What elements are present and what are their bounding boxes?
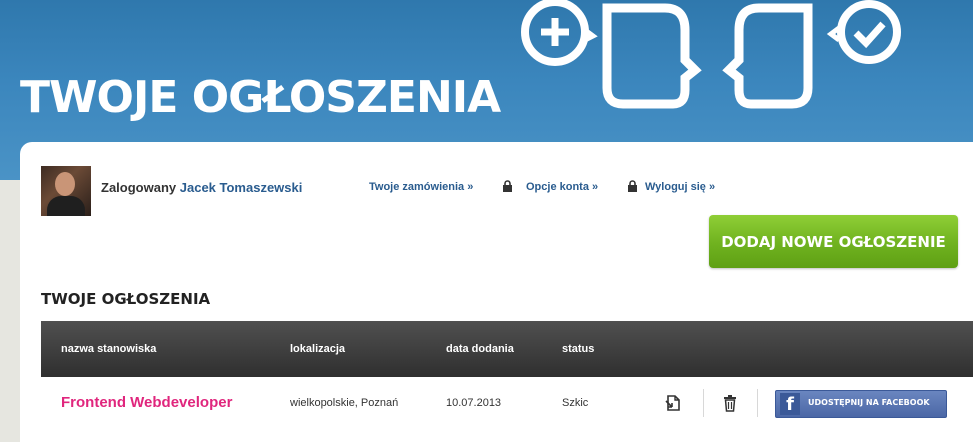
column-header-location: lokalizacja [290, 343, 346, 355]
trash-icon[interactable] [720, 393, 740, 413]
section-title: TWOJE OGŁOSZENIA [41, 290, 211, 308]
orders-link[interactable]: Twoje zamówienia » [369, 181, 473, 193]
logout-link[interactable]: Wyloguj się » [645, 181, 715, 193]
check-circle-icon [826, 0, 901, 64]
row-divider [757, 389, 758, 417]
user-name-link[interactable]: Jacek Tomaszewski [180, 180, 303, 195]
account-options-link[interactable]: Opcje konta » [526, 181, 598, 193]
share-facebook-label: UDOSTĘPNIJ NA FACEBOOK [808, 398, 930, 407]
add-listing-button[interactable]: DODAJ NOWE OGŁOSZENIE [709, 215, 958, 268]
hero-illustration [515, 0, 905, 120]
head-profile-right-icon [602, 3, 702, 109]
table-row: Frontend Webdeveloper wielkopolskie, Poz… [41, 377, 973, 442]
avatar-face [55, 172, 75, 196]
lock-icon [628, 180, 637, 192]
share-facebook-button[interactable]: f UDOSTĘPNIJ NA FACEBOOK [775, 390, 947, 418]
page-title: TWOJE OGŁOSZENIA [20, 72, 501, 123]
logged-in-prefix: Zalogowany [101, 180, 177, 195]
edit-icon[interactable] [663, 393, 683, 413]
facebook-icon: f [780, 393, 800, 415]
table-header: nazwa stanowiska lokalizacja data dodani… [41, 321, 973, 377]
content-card: Zalogowany Jacek Tomaszewski Twoje zamów… [20, 142, 973, 442]
avatar [41, 166, 91, 216]
job-title-link[interactable]: Frontend Webdeveloper [61, 394, 232, 411]
job-status: Szkic [562, 397, 589, 409]
column-header-date: data dodania [446, 343, 514, 355]
lock-icon [503, 180, 512, 192]
job-location: wielkopolskie, Poznań [290, 397, 399, 409]
avatar-body [47, 196, 85, 216]
row-divider [703, 389, 704, 417]
head-profile-left-icon [722, 3, 813, 109]
column-header-position: nazwa stanowiska [61, 343, 157, 355]
plus-circle-icon [521, 0, 598, 66]
column-header-status: status [562, 343, 595, 355]
logged-in-info: Zalogowany Jacek Tomaszewski [101, 180, 302, 195]
job-date: 10.07.2013 [446, 397, 502, 409]
